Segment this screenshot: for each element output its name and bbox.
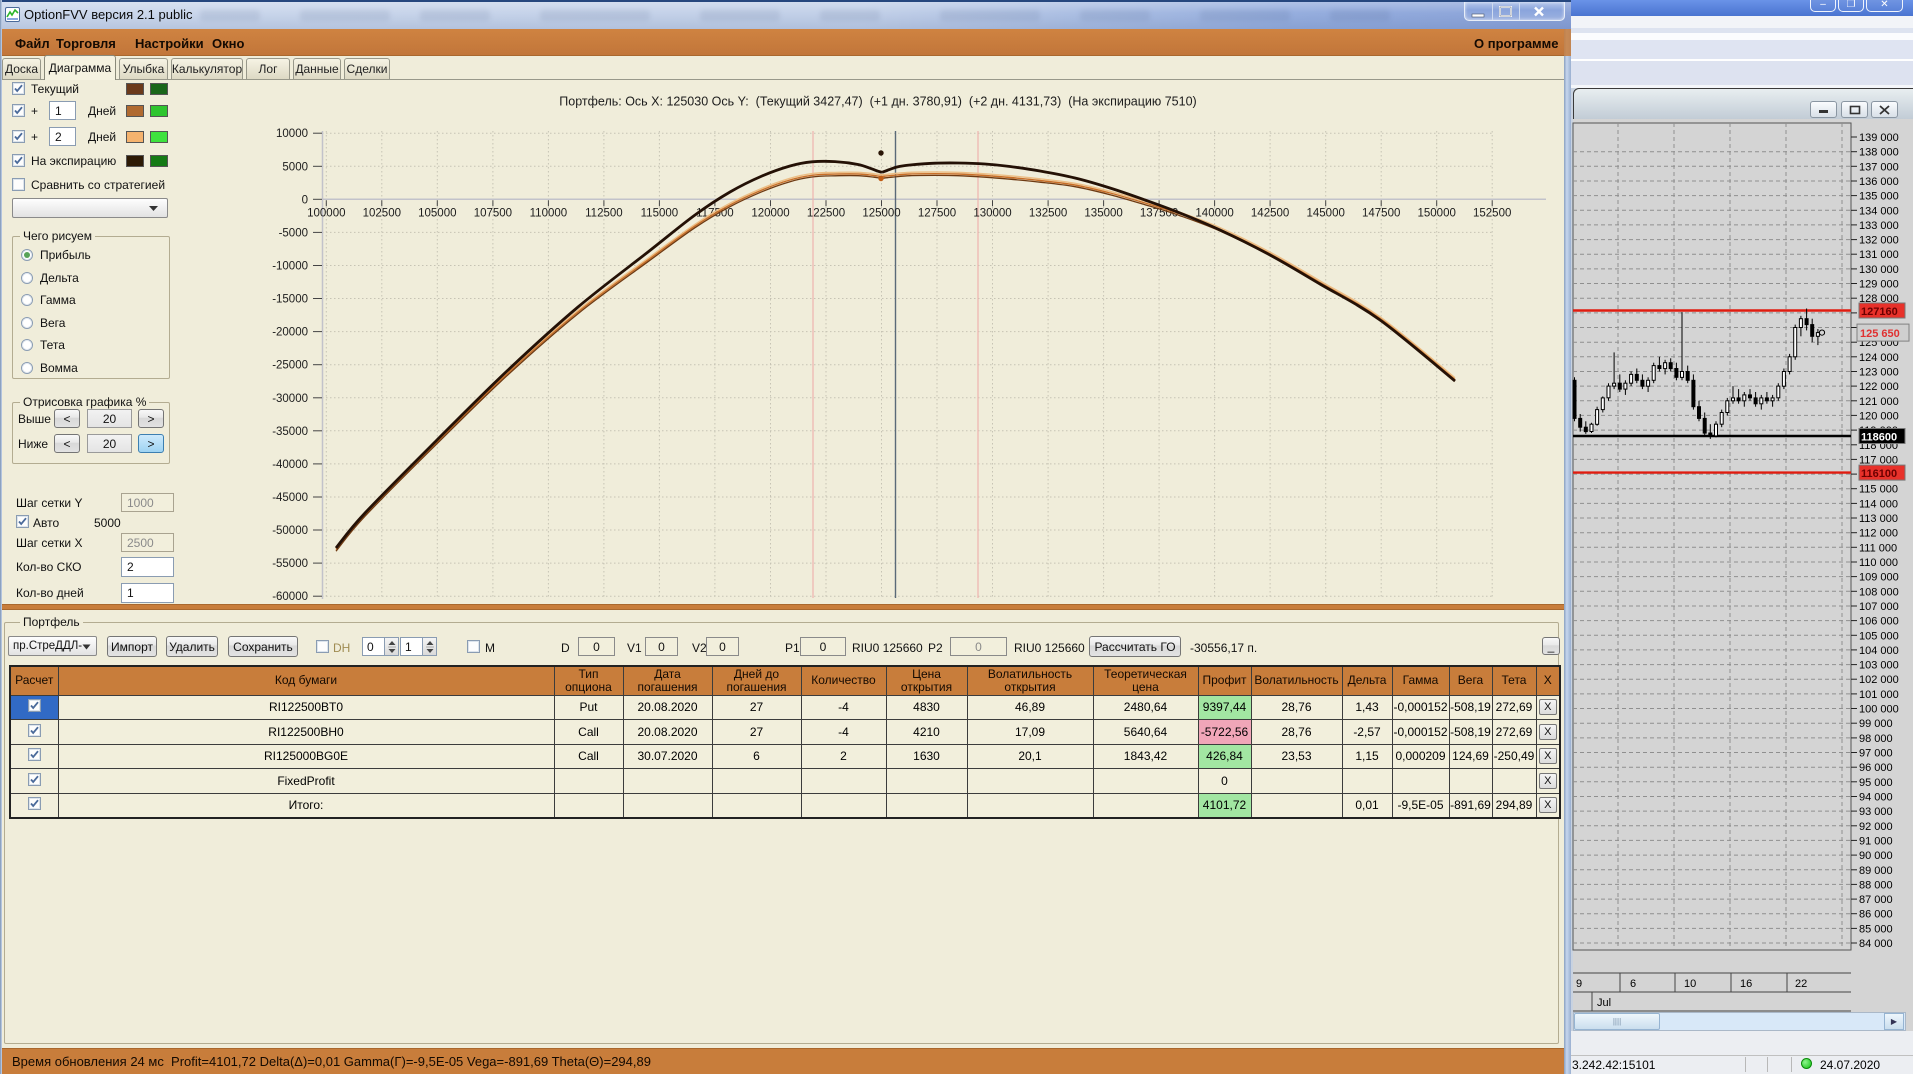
svg-text:121 000: 121 000 (1859, 396, 1899, 408)
svg-text:130 000: 130 000 (1859, 264, 1899, 276)
svg-text:150000: 150000 (1418, 208, 1456, 220)
svg-text:131 000: 131 000 (1859, 249, 1899, 261)
svg-text:100000: 100000 (307, 208, 345, 220)
svg-text:152500: 152500 (1473, 208, 1511, 220)
svg-text:123 000: 123 000 (1859, 367, 1899, 379)
svg-text:88 000: 88 000 (1859, 879, 1893, 891)
svg-text:135 000: 135 000 (1859, 191, 1899, 203)
svg-text:124 000: 124 000 (1859, 352, 1899, 364)
svg-text:110 000: 110 000 (1859, 557, 1898, 569)
svg-text:134 000: 134 000 (1859, 205, 1899, 217)
svg-text:84 000: 84 000 (1859, 938, 1893, 950)
svg-text:96 000: 96 000 (1859, 762, 1893, 774)
svg-text:-45000: -45000 (272, 492, 308, 504)
svg-text:125000: 125000 (862, 208, 900, 220)
svg-text:129 000: 129 000 (1859, 279, 1899, 291)
svg-text:103 000: 103 000 (1859, 660, 1899, 672)
svg-text:100 000: 100 000 (1859, 704, 1899, 716)
svg-text:92 000: 92 000 (1859, 821, 1893, 833)
svg-text:116100: 116100 (1861, 468, 1897, 480)
svg-text:-25000: -25000 (272, 360, 308, 372)
svg-text:5000: 5000 (282, 161, 308, 173)
svg-text:93 000: 93 000 (1859, 806, 1893, 818)
svg-text:-30000: -30000 (272, 393, 308, 405)
svg-text:107500: 107500 (474, 208, 512, 220)
svg-text:-60000: -60000 (272, 591, 308, 603)
svg-text:147500: 147500 (1362, 208, 1400, 220)
svg-text:-50000: -50000 (272, 525, 308, 537)
svg-text:139 000: 139 000 (1859, 132, 1899, 144)
svg-text:94 000: 94 000 (1859, 792, 1893, 804)
svg-text:105 000: 105 000 (1859, 630, 1899, 642)
svg-text:114 000: 114 000 (1859, 498, 1898, 510)
svg-text:137 000: 137 000 (1859, 161, 1899, 173)
svg-text:104 000: 104 000 (1859, 645, 1899, 657)
svg-text:89 000: 89 000 (1859, 865, 1893, 877)
svg-text:101 000: 101 000 (1859, 689, 1899, 701)
svg-text:120 000: 120 000 (1859, 410, 1899, 422)
svg-text:10000: 10000 (276, 128, 308, 140)
svg-text:122500: 122500 (807, 208, 845, 220)
svg-text:6: 6 (1630, 978, 1636, 990)
svg-text:22: 22 (1795, 978, 1807, 990)
svg-text:102500: 102500 (363, 208, 401, 220)
svg-text:145000: 145000 (1307, 208, 1345, 220)
svg-text:-15000: -15000 (272, 294, 308, 306)
svg-text:136 000: 136 000 (1859, 176, 1899, 188)
svg-text:86 000: 86 000 (1859, 909, 1893, 921)
svg-text:87 000: 87 000 (1859, 894, 1893, 906)
svg-text:113 000: 113 000 (1859, 513, 1898, 525)
svg-text:122 000: 122 000 (1859, 381, 1899, 393)
svg-text:-55000: -55000 (272, 558, 308, 570)
svg-text:120000: 120000 (751, 208, 789, 220)
svg-text:127500: 127500 (918, 208, 956, 220)
svg-text:142500: 142500 (1251, 208, 1289, 220)
svg-text:95 000: 95 000 (1859, 777, 1893, 789)
svg-text:85 000: 85 000 (1859, 923, 1893, 935)
svg-text:118600: 118600 (1861, 432, 1897, 444)
svg-text:-5000: -5000 (279, 227, 308, 239)
svg-text:138 000: 138 000 (1859, 147, 1899, 159)
svg-text:-20000: -20000 (272, 327, 308, 339)
svg-text:115000: 115000 (641, 208, 679, 220)
svg-text:107 000: 107 000 (1859, 601, 1899, 613)
svg-text:9: 9 (1576, 978, 1582, 990)
svg-text:132500: 132500 (1029, 208, 1067, 220)
svg-text:127160: 127160 (1861, 306, 1898, 318)
svg-text:111 000: 111 000 (1859, 542, 1897, 554)
svg-text:99 000: 99 000 (1859, 718, 1893, 730)
svg-text:115 000: 115 000 (1859, 484, 1898, 496)
svg-text:10: 10 (1684, 978, 1696, 990)
svg-text:135000: 135000 (1084, 208, 1122, 220)
svg-text:112500: 112500 (585, 208, 623, 220)
svg-text:16: 16 (1740, 978, 1752, 990)
svg-text:112 000: 112 000 (1859, 528, 1898, 540)
svg-text:133 000: 133 000 (1859, 220, 1899, 232)
svg-text:-35000: -35000 (272, 426, 308, 438)
svg-text:132 000: 132 000 (1859, 235, 1899, 247)
svg-text:105000: 105000 (418, 208, 456, 220)
svg-text:109 000: 109 000 (1859, 572, 1899, 584)
svg-text:98 000: 98 000 (1859, 733, 1893, 745)
svg-text:125 650: 125 650 (1860, 328, 1900, 340)
svg-text:-10000: -10000 (272, 261, 308, 273)
svg-text:0: 0 (302, 194, 308, 206)
svg-text:110000: 110000 (530, 208, 568, 220)
svg-text:Портфель: Ось X: 125030 Ось Y:: Портфель: Ось X: 125030 Ось Y: (Текущий … (559, 95, 1196, 109)
svg-text:91 000: 91 000 (1859, 835, 1893, 847)
svg-text:97 000: 97 000 (1859, 748, 1893, 760)
svg-text:140000: 140000 (1195, 208, 1233, 220)
svg-text:106 000: 106 000 (1859, 616, 1899, 628)
svg-text:Jul: Jul (1597, 997, 1611, 1009)
svg-text:130000: 130000 (973, 208, 1011, 220)
svg-text:90 000: 90 000 (1859, 850, 1893, 862)
svg-text:102 000: 102 000 (1859, 674, 1899, 686)
svg-text:-40000: -40000 (272, 459, 308, 471)
svg-text:108 000: 108 000 (1859, 586, 1899, 598)
